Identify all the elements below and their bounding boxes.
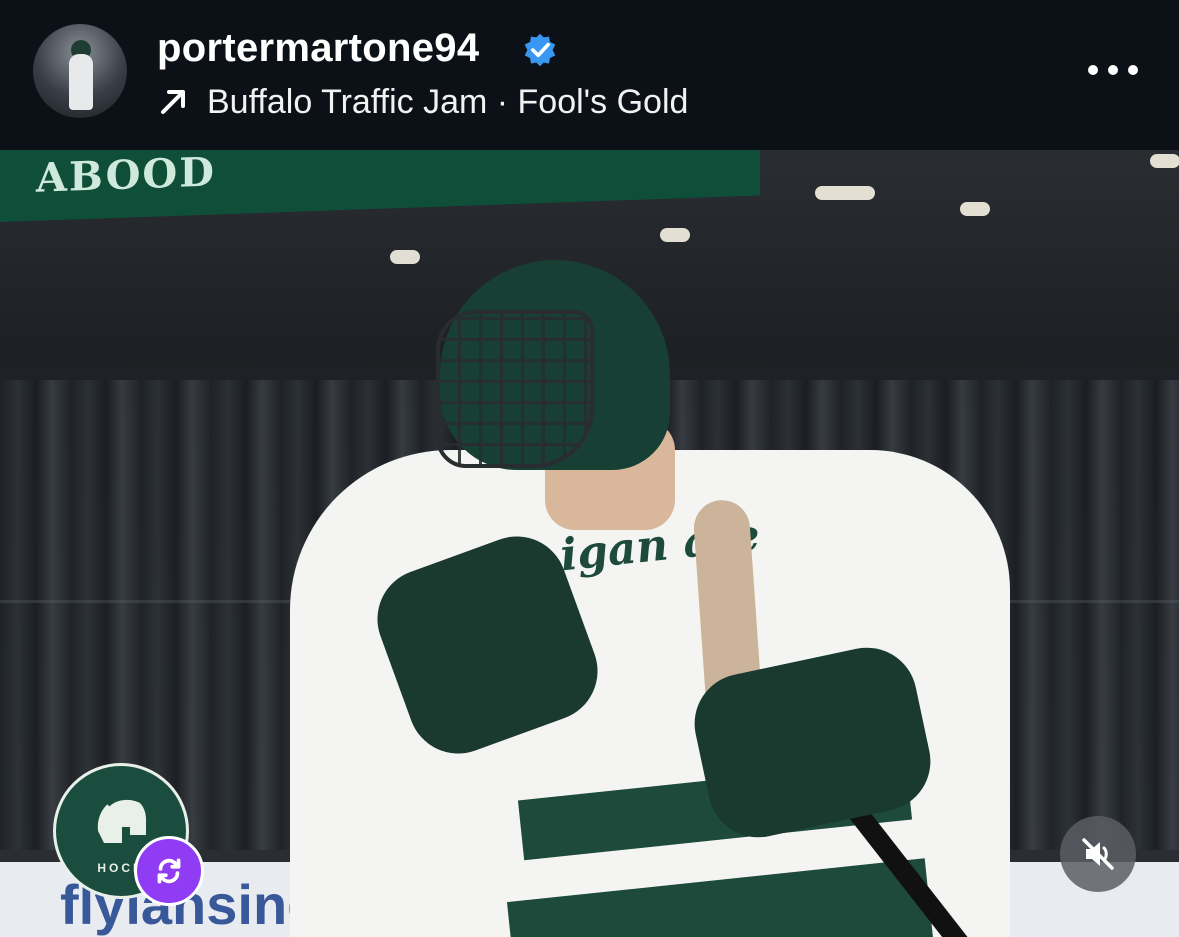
more-dots-icon[interactable] xyxy=(1088,60,1138,80)
post-photo[interactable]: ABOOD flylansing.com igan ate HOCK xyxy=(0,150,1179,937)
audio-title: Buffalo Traffic Jam · Fool's Gold xyxy=(207,82,689,121)
arena-banner: ABOOD xyxy=(0,150,760,222)
repost-icon xyxy=(157,858,181,884)
username[interactable]: portermartone94 xyxy=(157,26,479,71)
arrow-up-right-icon xyxy=(161,90,185,114)
muted-speaker-icon xyxy=(1082,838,1114,870)
helmet-cage xyxy=(436,310,594,468)
post-header: portermartone94 Buffalo Traffic Jam · Fo… xyxy=(0,0,1179,150)
banner-text: ABOOD xyxy=(36,150,216,202)
avatar-figure xyxy=(69,54,93,110)
mute-button[interactable] xyxy=(1060,816,1136,892)
repost-button[interactable] xyxy=(134,836,204,906)
verified-badge-icon xyxy=(524,33,556,67)
audio-link[interactable]: Buffalo Traffic Jam · Fool's Gold xyxy=(157,80,688,124)
profile-avatar[interactable] xyxy=(33,24,127,118)
